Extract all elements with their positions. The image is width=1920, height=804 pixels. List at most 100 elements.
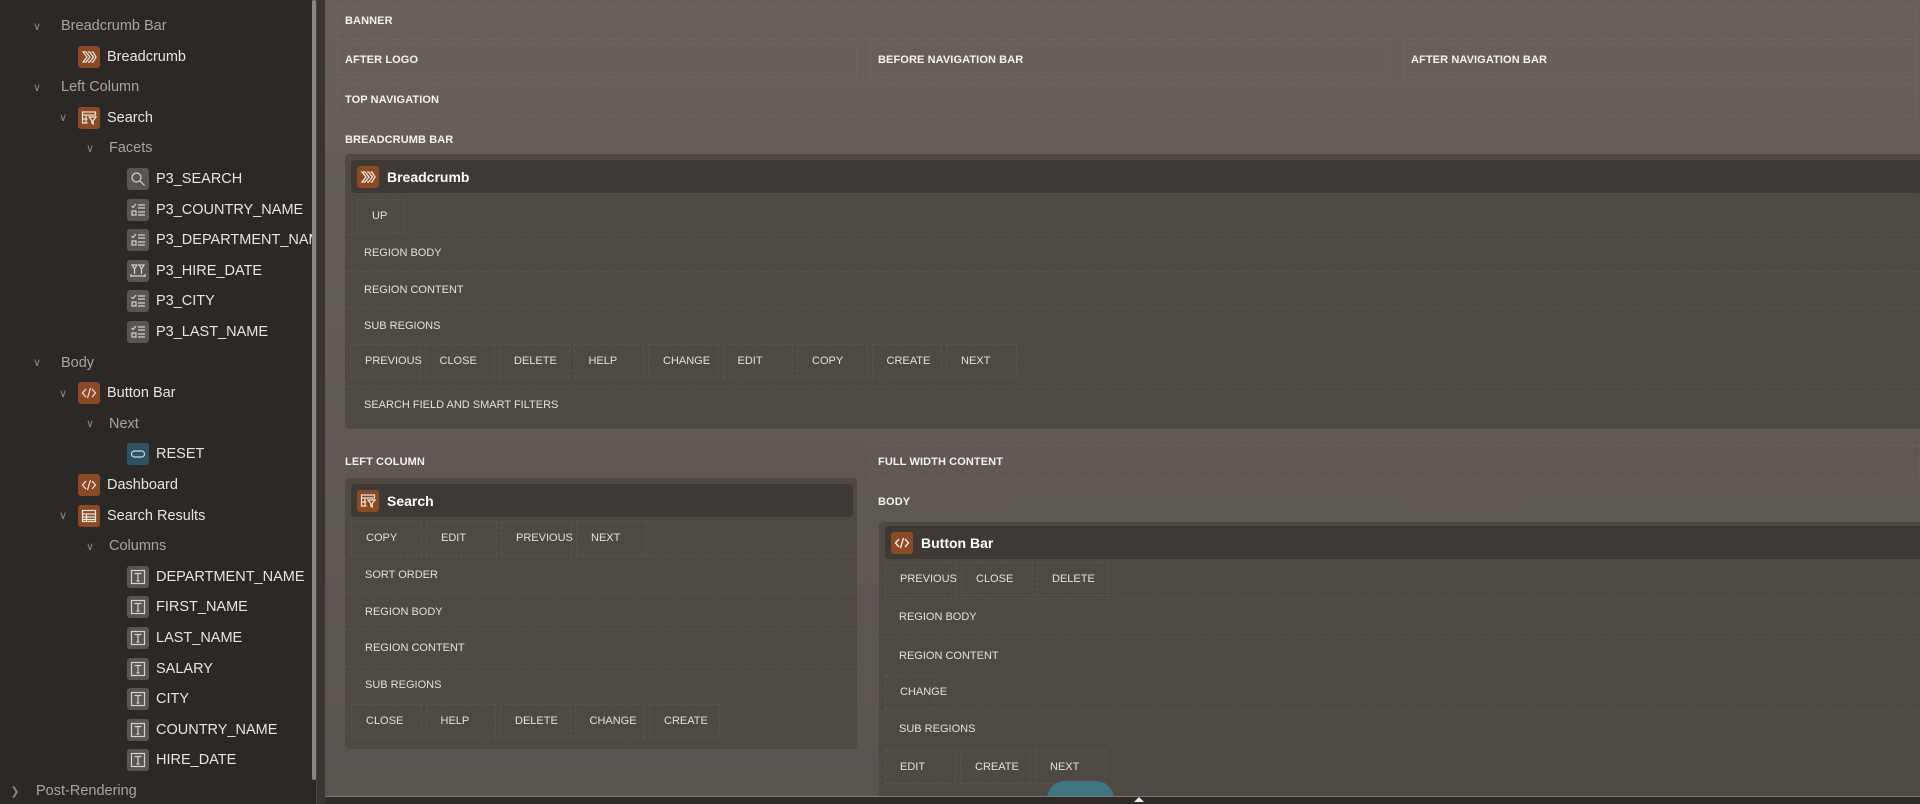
slot-delete[interactable]: DELETE: [500, 704, 571, 738]
breadcrumb-region-title: Breadcrumb: [387, 168, 470, 185]
chevron-down-icon[interactable]: ∨: [30, 20, 44, 33]
slot-previous[interactable]: PREVIOUS: [501, 521, 573, 555]
slot-next[interactable]: NEXT: [576, 521, 647, 555]
slot-previous[interactable]: PREVIOUS: [885, 562, 957, 596]
slot-delete[interactable]: DELETE: [499, 344, 570, 378]
expand-up-icon[interactable]: [1134, 797, 1144, 802]
slot-region-body[interactable]: REGION BODY: [879, 598, 1920, 634]
search-region-header[interactable]: Search: [351, 484, 853, 517]
slot-region-content[interactable]: REGION CONTENT: [879, 637, 1920, 673]
slot-banner[interactable]: [337, 6, 1917, 40]
slot-copy[interactable]: COPY: [797, 344, 868, 378]
tree-node[interactable]: ∨ Next: [0, 409, 312, 439]
slot-create[interactable]: CREATE: [871, 344, 942, 378]
tree-node[interactable]: COUNTRY_NAME: [0, 715, 312, 745]
tree-node-content: P3_HIRE_DATE: [127, 259, 262, 282]
slot-label: DELETE: [514, 355, 557, 367]
slot-region-content[interactable]: REGION CONTENT: [345, 271, 1920, 307]
slot-full-width[interactable]: [870, 445, 1920, 479]
tree-node[interactable]: ∨ Left Column: [0, 72, 312, 102]
chevron-down-icon[interactable]: ∨: [83, 540, 97, 553]
slot-region-body[interactable]: REGION BODY: [345, 593, 857, 629]
button-bar-region[interactable]: Button Bar PREVIOUS CLOSE DELETE REGION BO…: [879, 522, 1920, 796]
breadcrumb-region-header[interactable]: Breadcrumb: [351, 160, 1920, 193]
tree-node[interactable]: P3_HIRE_DATE: [0, 256, 312, 286]
region-content-label: REGION CONTENT: [364, 284, 464, 296]
reset-button-preview[interactable]: [1047, 781, 1114, 796]
breadcrumb-region[interactable]: Breadcrumb UP REGION BODY REGION CONTENT…: [345, 154, 1920, 429]
chevron-down-icon[interactable]: ∨: [83, 417, 97, 430]
tree-node-content: RESET: [127, 443, 204, 466]
slot-help[interactable]: HELP: [573, 344, 644, 378]
tree-node-label: Post-Rendering: [36, 783, 137, 799]
search-region[interactable]: Search COPY EDIT PREVIOUS NEXT SORT ORDER R…: [345, 478, 857, 749]
slot-change[interactable]: CHANGE: [574, 704, 645, 738]
tree-node[interactable]: SALARY: [0, 654, 312, 684]
slot-sub-regions[interactable]: SUB REGIONS: [345, 666, 857, 702]
top-nav-label: TOP NAVIGATION: [345, 94, 440, 106]
slot-create[interactable]: CREATE: [649, 704, 720, 738]
chevron-down-icon[interactable]: ∨: [83, 142, 97, 155]
tree-node[interactable]: ∨ Button Bar: [0, 378, 312, 408]
slot-region-content[interactable]: REGION CONTENT: [345, 629, 857, 665]
tree-node[interactable]: HIRE_DATE: [0, 745, 312, 775]
button-bar-region-header[interactable]: Button Bar: [885, 526, 1920, 559]
slot-close[interactable]: CLOSE: [351, 704, 422, 738]
tree-node[interactable]: P3_COUNTRY_NAME: [0, 195, 312, 225]
slot-close[interactable]: CLOSE: [961, 562, 1033, 596]
chevron-down-icon[interactable]: ∨: [56, 509, 70, 522]
slot-previous[interactable]: PREVIOUS: [350, 344, 422, 378]
chevron-down-icon[interactable]: ∨: [56, 111, 70, 124]
tree-node[interactable]: P3_CITY: [0, 286, 312, 316]
slot-close[interactable]: CLOSE: [424, 344, 495, 378]
bottom-drawer-bar[interactable]: [325, 796, 1920, 804]
tree-node[interactable]: RESET: [0, 439, 312, 469]
slot-copy[interactable]: COPY: [351, 521, 422, 555]
tree-node[interactable]: P3_SEARCH: [0, 164, 312, 194]
panel-splitter[interactable]: [316, 0, 642, 804]
tree-node[interactable]: ∨ Breadcrumb Bar: [0, 11, 312, 41]
text-column-icon: [127, 657, 149, 680]
chevron-down-icon[interactable]: ∨: [56, 387, 70, 400]
slot-change[interactable]: CHANGE: [648, 344, 719, 378]
chevron-right-icon[interactable]: ❯: [8, 785, 22, 798]
slot-edit[interactable]: EDIT: [722, 344, 793, 378]
slot-region-body[interactable]: REGION BODY: [345, 234, 1920, 270]
tree-node[interactable]: CITY: [0, 684, 312, 714]
tree-node[interactable]: P3_DEPARTMENT_NAME: [0, 225, 312, 255]
tree-node-content: Columns: [109, 538, 166, 554]
slot-help[interactable]: HELP: [425, 704, 496, 738]
tree-node-content: Breadcrumb: [78, 45, 186, 68]
tree-node[interactable]: DEPARTMENT_NAME: [0, 562, 312, 592]
chevron-down-icon[interactable]: ∨: [30, 356, 44, 369]
tree-node[interactable]: P3_LAST_NAME: [0, 317, 312, 347]
slot-change[interactable]: CHANGE: [885, 675, 947, 709]
slot-next[interactable]: NEXT: [946, 344, 1017, 378]
tree-node[interactable]: LAST_NAME: [0, 623, 312, 653]
tree-node-content: Search Results: [78, 504, 205, 527]
code-icon: [78, 382, 100, 405]
tree-node[interactable]: ∨ Search: [0, 103, 312, 133]
slot-edit[interactable]: EDIT: [885, 750, 956, 784]
slot-top-nav[interactable]: [337, 84, 1917, 116]
tree-node[interactable]: ∨ Body: [0, 348, 312, 378]
tree-node[interactable]: ∨ Search Results: [0, 501, 312, 531]
slot-up[interactable]: UP: [357, 199, 405, 233]
slot-sort-order[interactable]: SORT ORDER: [345, 556, 857, 592]
tree-node[interactable]: ∨ Facets: [0, 133, 312, 163]
chevron-down-icon[interactable]: ∨: [30, 81, 44, 94]
tree-node-content: Post-Rendering: [36, 783, 137, 799]
slot-create[interactable]: CREATE: [960, 750, 1031, 784]
slot-next[interactable]: NEXT: [1035, 750, 1106, 784]
slot-edit[interactable]: EDIT: [426, 521, 497, 555]
tree-node[interactable]: FIRST_NAME: [0, 592, 312, 622]
tree-node[interactable]: Breadcrumb: [0, 42, 312, 72]
tree-node[interactable]: ❯ Post-Rendering: [0, 776, 312, 804]
slot-search-field[interactable]: SEARCH FIELD AND SMART FILTERS: [345, 386, 1920, 422]
slot-sub-regions[interactable]: SUB REGIONS: [345, 307, 1920, 343]
slot-sub-regions[interactable]: SUB REGIONS: [879, 710, 1920, 746]
slot-delete[interactable]: DELETE: [1037, 562, 1109, 596]
tree-node[interactable]: ∨ Columns: [0, 531, 312, 561]
tree-node-label: Dashboard: [107, 477, 178, 493]
tree-node[interactable]: Dashboard: [0, 470, 312, 500]
